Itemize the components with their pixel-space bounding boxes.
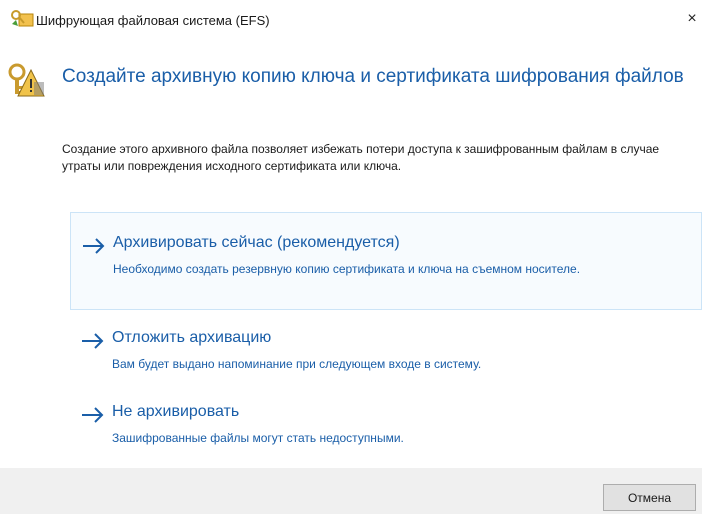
page-description: Создание этого архивного файла позволяет… <box>62 142 660 173</box>
arrow-right-icon <box>83 238 105 254</box>
efs-dialog: Шифрующая файловая система (EFS) × Созда… <box>0 0 702 514</box>
option-archive-now[interactable]: Архивировать сейчас (рекомендуется) Необ… <box>70 212 702 310</box>
dialog-footer: Отмена <box>0 468 702 514</box>
title-bar: Шифрующая файловая система (EFS) × <box>0 0 702 40</box>
option-description: Вам будет выдано напоминание при следующ… <box>112 357 482 371</box>
efs-key-icon <box>11 10 34 27</box>
arrow-right-icon <box>82 333 104 349</box>
close-button[interactable]: × <box>682 8 702 30</box>
certificate-key-icon <box>8 63 45 97</box>
option-title: Отложить архивацию <box>112 329 272 346</box>
arrow-right-icon <box>82 407 104 423</box>
option-description: Зашифрованные файлы могут стать недоступ… <box>112 431 404 445</box>
page-title: Создайте архивную копию ключа и сертифик… <box>62 66 684 87</box>
option-title: Не архивировать <box>112 403 240 420</box>
window-title: Шифрующая файловая система (EFS) <box>36 13 270 28</box>
option-postpone[interactable]: Отложить архивацию Вам будет выдано напо… <box>70 318 702 378</box>
cancel-button[interactable]: Отмена <box>603 484 696 511</box>
option-do-not-archive[interactable]: Не архивировать Зашифрованные файлы могу… <box>70 392 702 452</box>
option-title: Архивировать сейчас (рекомендуется) <box>113 234 400 251</box>
option-description: Необходимо создать резервную копию серти… <box>113 262 581 276</box>
